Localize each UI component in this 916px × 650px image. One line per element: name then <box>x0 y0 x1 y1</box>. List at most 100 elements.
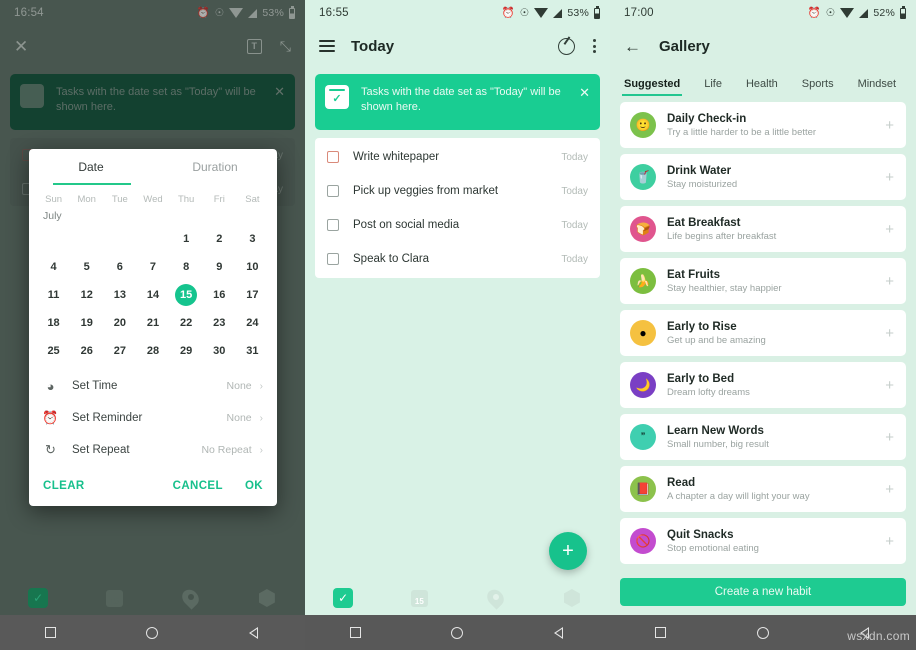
add-habit-icon[interactable]: + <box>885 533 896 550</box>
home-icon[interactable] <box>146 626 159 639</box>
add-habit-icon[interactable]: + <box>885 481 896 498</box>
calendar-cell[interactable]: 7 <box>136 254 169 280</box>
calendar-cell[interactable]: 6 <box>103 254 136 280</box>
calendar-cell[interactable]: 9 <box>203 254 236 280</box>
list-item[interactable]: ” Learn New Words Small number, big result… <box>620 414 906 460</box>
task-checkbox[interactable] <box>327 219 339 231</box>
task-checkbox[interactable] <box>327 151 339 163</box>
calendar-cell[interactable]: 21 <box>136 310 169 336</box>
add-habit-icon[interactable]: + <box>885 117 896 134</box>
table-row[interactable]: Write whitepaper Today <box>315 140 600 174</box>
calendar-cell[interactable]: 20 <box>103 310 136 336</box>
nav-more[interactable] <box>229 589 305 607</box>
add-habit-icon[interactable]: + <box>885 221 896 238</box>
calendar-cell[interactable]: 16 <box>203 282 236 308</box>
add-habit-icon[interactable]: + <box>885 429 896 446</box>
calendar-cell[interactable]: 27 <box>103 338 136 364</box>
habit-text: Eat Breakfast Life begins after breakfast <box>667 217 885 242</box>
ok-button[interactable]: OK <box>245 480 263 492</box>
calendar-cell[interactable]: 24 <box>236 310 269 336</box>
back-arrow-icon[interactable]: ← <box>624 38 641 55</box>
list-item[interactable]: ● Early to Rise Get up and be amazing + <box>620 310 906 356</box>
list-item[interactable]: 🥤 Drink Water Stay moisturized + <box>620 154 906 200</box>
table-row[interactable]: Post on social media Today <box>315 208 600 242</box>
option-set-repeat[interactable]: ↻ Set Repeat No Repeat › <box>29 434 277 466</box>
banner-close-icon[interactable]: ✕ <box>573 85 590 100</box>
calendar-cell[interactable]: 18 <box>37 310 70 336</box>
recents-icon[interactable] <box>45 627 57 638</box>
nav-tasks[interactable]: ✓ <box>0 588 76 608</box>
tab-mindset[interactable]: Mindset <box>858 78 897 96</box>
option-set-time[interactable]: ◕ Set Time None › <box>29 370 277 402</box>
option-set-reminder[interactable]: ⏰ Set Reminder None › <box>29 402 277 434</box>
add-habit-icon[interactable]: + <box>885 169 896 186</box>
nav-location[interactable] <box>458 586 534 610</box>
tab-health[interactable]: Health <box>746 78 778 96</box>
home-icon[interactable] <box>451 626 464 639</box>
hamburger-icon[interactable] <box>319 40 335 52</box>
recents-icon[interactable] <box>655 627 667 638</box>
calendar-cell[interactable]: 1 <box>170 226 203 252</box>
table-row[interactable]: Pick up veggies from market Today <box>315 174 600 208</box>
close-icon[interactable]: ✕ <box>14 38 28 55</box>
tab-sports[interactable]: Sports <box>802 78 834 96</box>
create-new-habit-button[interactable]: Create a new habit <box>620 578 906 606</box>
nav-tasks[interactable]: ✓ <box>305 588 381 608</box>
list-item[interactable]: 🍞 Eat Breakfast Life begins after breakfas… <box>620 206 906 252</box>
list-item[interactable]: 🌙 Early to Bed Dream lofty dreams + <box>620 362 906 408</box>
text-format-icon[interactable]: T <box>246 38 262 54</box>
add-task-fab[interactable]: + <box>549 532 587 570</box>
calendar-cell[interactable]: 30 <box>203 338 236 364</box>
calendar-cell[interactable]: 23 <box>203 310 236 336</box>
add-habit-icon[interactable]: + <box>885 273 896 290</box>
calendar-cell[interactable]: 2 <box>203 226 236 252</box>
nav-more[interactable] <box>534 589 610 607</box>
recents-icon[interactable] <box>350 627 362 638</box>
calendar-cell[interactable]: 4 <box>37 254 70 280</box>
table-row[interactable]: Speak to Clara Today <box>315 242 600 276</box>
calendar-cell[interactable]: 8 <box>170 254 203 280</box>
clear-button[interactable]: CLEAR <box>43 480 85 492</box>
calendar-cell[interactable]: 28 <box>136 338 169 364</box>
calendar-cell[interactable]: 11 <box>37 282 70 308</box>
calendar-cell[interactable]: 22 <box>170 310 203 336</box>
calendar-cell[interactable]: 25 <box>37 338 70 364</box>
nav-location[interactable] <box>153 586 229 610</box>
calendar-cell[interactable]: 14 <box>136 282 169 308</box>
back-icon[interactable] <box>553 626 565 640</box>
list-item[interactable]: 📕 Read A chapter a day will light your way… <box>620 466 906 512</box>
calendar-cell[interactable]: 10 <box>236 254 269 280</box>
tab-suggested[interactable]: Suggested <box>621 78 683 96</box>
hexagon-icon <box>563 589 580 607</box>
expand-icon[interactable]: ⤡ <box>280 38 291 55</box>
calendar-cell[interactable]: 31 <box>236 338 269 364</box>
list-item[interactable]: 🙂 Daily Check-in Try a little harder to be… <box>620 102 906 148</box>
timer-icon[interactable] <box>558 37 575 55</box>
task-checkbox[interactable] <box>327 253 339 265</box>
calendar-cell[interactable]: 12 <box>70 282 103 308</box>
tab-duration[interactable]: Duration <box>153 149 277 185</box>
cancel-button[interactable]: CANCEL <box>173 480 223 492</box>
add-habit-icon[interactable]: + <box>885 377 896 394</box>
home-icon[interactable] <box>756 626 769 639</box>
calendar-cell[interactable]: 29 <box>170 338 203 364</box>
calendar-cell[interactable]: 5 <box>70 254 103 280</box>
banner-close-icon[interactable]: ✕ <box>268 84 285 99</box>
calendar-cell-selected[interactable]: 15 <box>170 282 203 308</box>
nav-calendar[interactable]: 15 <box>381 589 457 607</box>
calendar-cell[interactable]: 3 <box>236 226 269 252</box>
kebab-icon[interactable] <box>593 39 596 53</box>
calendar-cell[interactable]: 17 <box>236 282 269 308</box>
calendar-cell[interactable]: 13 <box>103 282 136 308</box>
calendar-cell[interactable]: 26 <box>70 338 103 364</box>
back-icon[interactable] <box>248 626 260 640</box>
list-item[interactable]: 🍌 Eat Fruits Stay healthier, stay happier + <box>620 258 906 304</box>
list-item[interactable]: 🚫 Quit Snacks Stop emotional eating + <box>620 518 906 564</box>
page-title: Gallery <box>659 37 710 55</box>
tab-date[interactable]: Date <box>29 149 153 185</box>
add-habit-icon[interactable]: + <box>885 325 896 342</box>
calendar-cell[interactable]: 19 <box>70 310 103 336</box>
task-checkbox[interactable] <box>327 185 339 197</box>
nav-calendar[interactable]: 15 <box>76 589 152 607</box>
tab-life[interactable]: Life <box>704 78 722 96</box>
